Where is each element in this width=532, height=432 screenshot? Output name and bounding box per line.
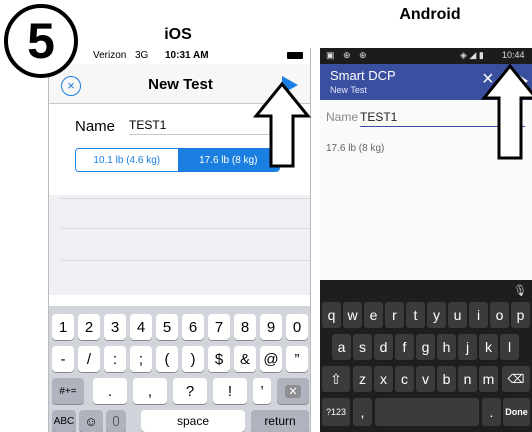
divider (61, 198, 310, 199)
key-s[interactable]: s (353, 334, 372, 360)
ios-network: 3G (135, 50, 149, 61)
android-app-title: Smart DCP (330, 68, 396, 83)
key-5[interactable]: 5 (156, 314, 178, 340)
key-symbols[interactable]: ?123 (322, 398, 350, 426)
ios-carrier: Verizon (93, 50, 127, 61)
key-f[interactable]: f (395, 334, 414, 360)
key-0[interactable]: 0 (286, 314, 308, 340)
key-period[interactable]: . (93, 378, 127, 404)
key-y[interactable]: y (427, 302, 446, 328)
emoji-icon: ☺ (84, 413, 98, 429)
key-c[interactable]: c (395, 366, 414, 392)
key-p[interactable]: p (511, 302, 530, 328)
key-a[interactable]: a (332, 334, 351, 360)
key-open-paren[interactable]: ( (156, 346, 178, 372)
key-q[interactable]: q (322, 302, 341, 328)
key-exclamation[interactable]: ! (213, 378, 247, 404)
backspace-icon: ✕ (285, 384, 301, 398)
key-abc[interactable]: ABC (52, 410, 76, 432)
dictation-key[interactable] (106, 410, 126, 432)
key-4[interactable]: 4 (130, 314, 152, 340)
key-j[interactable]: j (458, 334, 477, 360)
ios-weight-selector: 10.1 lb (4.6 kg) 17.6 lb (8 kg) (75, 148, 280, 172)
key-w[interactable]: w (343, 302, 362, 328)
android-keyboard: 🎙 q w e r t y u i o p a s d f g h j k l … (320, 280, 532, 432)
key-m[interactable]: m (479, 366, 498, 392)
ios-time: 10:31 AM (165, 50, 209, 61)
key-7[interactable]: 7 (208, 314, 230, 340)
key-quote[interactable]: ” (286, 346, 308, 372)
key-z[interactable]: z (353, 366, 372, 392)
android-callout-arrow (480, 63, 532, 160)
return-key[interactable]: return (251, 410, 309, 432)
key-close-paren[interactable]: ) (182, 346, 204, 372)
step-number-badge: 5 (4, 4, 78, 78)
key-ampersand[interactable]: & (234, 346, 256, 372)
ios-keyboard: 1 2 3 4 5 6 7 8 9 0 - / : ; ( ) $ & @ ” … (49, 306, 310, 432)
key-8[interactable]: 8 (234, 314, 256, 340)
emoji-key[interactable]: ☺ (79, 410, 103, 432)
microphone-icon[interactable]: 🎙 (513, 284, 527, 297)
key-at[interactable]: @ (260, 346, 282, 372)
key-v[interactable]: v (416, 366, 435, 392)
key-3[interactable]: 3 (104, 314, 126, 340)
space-key[interactable]: space (141, 410, 245, 432)
key-l[interactable]: l (500, 334, 519, 360)
key-9[interactable]: 9 (260, 314, 282, 340)
key-e[interactable]: e (364, 302, 383, 328)
key-o[interactable]: o (490, 302, 509, 328)
android-time: 10:44 (502, 50, 525, 60)
key-r[interactable]: r (385, 302, 404, 328)
backspace-key[interactable]: ⌫ (502, 366, 530, 392)
key-n[interactable]: n (458, 366, 477, 392)
shift-icon: ⇧ (330, 370, 342, 387)
key-dollar[interactable]: $ (208, 346, 230, 372)
key-semicolon[interactable]: ; (130, 346, 152, 372)
key-1[interactable]: 1 (52, 314, 74, 340)
space-key[interactable] (375, 398, 479, 426)
battery-icon (287, 52, 303, 59)
android-label: Android (399, 6, 461, 23)
key-comma[interactable]: , (133, 378, 167, 404)
ios-callout-arrow (252, 81, 312, 168)
weight-option-light[interactable]: 10.1 lb (4.6 kg) (76, 149, 178, 171)
key-x[interactable]: x (374, 366, 393, 392)
android-app-subtitle: New Test (330, 85, 367, 95)
key-2[interactable]: 2 (78, 314, 100, 340)
done-key[interactable]: Done (503, 398, 530, 426)
microphone-icon (113, 416, 119, 426)
key-6[interactable]: 6 (182, 314, 204, 340)
key-comma[interactable]: , (353, 398, 372, 426)
ios-status-bar: Verizon 3G 10:31 AM (49, 48, 310, 64)
ios-name-label: Name (75, 118, 116, 135)
key-question[interactable]: ? (173, 378, 207, 404)
key-g[interactable]: g (416, 334, 435, 360)
key-i[interactable]: i (469, 302, 488, 328)
key-t[interactable]: t (406, 302, 425, 328)
android-name-label: Name (326, 110, 359, 124)
key-more-symbols[interactable]: #+= (52, 378, 84, 404)
divider (61, 260, 310, 261)
key-b[interactable]: b (437, 366, 456, 392)
key-apostrophe[interactable]: ’ (253, 378, 271, 404)
android-weight-value[interactable]: 17.6 lb (8 kg) (326, 143, 384, 154)
key-k[interactable]: k (479, 334, 498, 360)
divider (61, 228, 310, 229)
ios-label: iOS (164, 26, 192, 43)
key-colon[interactable]: : (104, 346, 126, 372)
key-d[interactable]: d (374, 334, 393, 360)
backspace-key[interactable]: ✕ (277, 378, 309, 404)
key-period[interactable]: . (482, 398, 501, 426)
key-dash[interactable]: - (52, 346, 74, 372)
key-h[interactable]: h (437, 334, 456, 360)
backspace-icon: ⌫ (507, 372, 525, 386)
key-u[interactable]: u (448, 302, 467, 328)
signal-icon: ◈ ◢ ▮ (460, 50, 484, 60)
notification-icons: ▣ ⊕ ⊕ (326, 50, 370, 60)
key-slash[interactable]: / (78, 346, 100, 372)
shift-key[interactable]: ⇧ (322, 366, 350, 392)
